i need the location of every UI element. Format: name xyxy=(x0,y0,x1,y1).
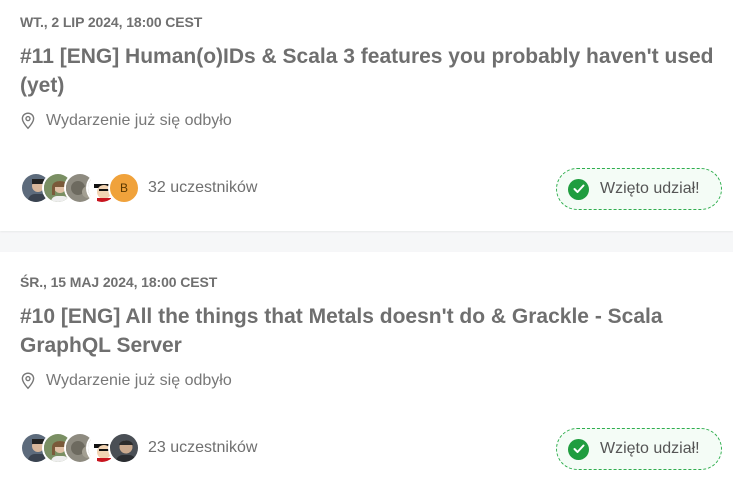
attended-label: Wzięto udział! xyxy=(600,440,700,457)
event-title[interactable]: #10 [ENG] All the things that Metals doe… xyxy=(20,302,720,360)
attendees-count[interactable]: 23 uczestników xyxy=(148,439,257,457)
location-text: Wydarzenie już się odbyło xyxy=(46,112,232,129)
location-text: Wydarzenie już się odbyło xyxy=(46,372,232,389)
event-location: Wydarzenie już się odbyło xyxy=(20,372,232,390)
event-card[interactable]: WT., 2 LIP 2024, 18:00 CEST #11 [ENG] Hu… xyxy=(0,0,733,231)
attended-label: Wzięto udział! xyxy=(600,180,700,197)
attended-badge: Wzięto udział! xyxy=(556,428,722,470)
event-card[interactable]: ŚR., 15 MAJ 2024, 18:00 CEST #10 [ENG] A… xyxy=(0,252,733,502)
event-title[interactable]: #11 [ENG] Human(o)IDs & Scala 3 features… xyxy=(20,42,720,100)
check-icon xyxy=(568,178,589,200)
avatar-group[interactable]: B xyxy=(20,172,140,204)
avatar-group[interactable] xyxy=(20,432,140,464)
attendees-row[interactable]: B 32 uczestników xyxy=(20,172,257,204)
avatar xyxy=(108,432,140,464)
location-pin-icon xyxy=(21,372,35,390)
check-icon xyxy=(568,438,589,460)
avatar: B xyxy=(108,172,140,204)
location-pin-icon xyxy=(21,112,35,130)
event-date: ŚR., 15 MAJ 2024, 18:00 CEST xyxy=(20,274,218,290)
event-date: WT., 2 LIP 2024, 18:00 CEST xyxy=(20,14,203,30)
attendees-count[interactable]: 32 uczestników xyxy=(148,179,257,197)
avatar-initial: B xyxy=(119,181,128,195)
attended-badge: Wzięto udział! xyxy=(556,168,722,210)
event-location: Wydarzenie już się odbyło xyxy=(20,112,232,130)
attendees-row[interactable]: 23 uczestników xyxy=(20,432,257,464)
